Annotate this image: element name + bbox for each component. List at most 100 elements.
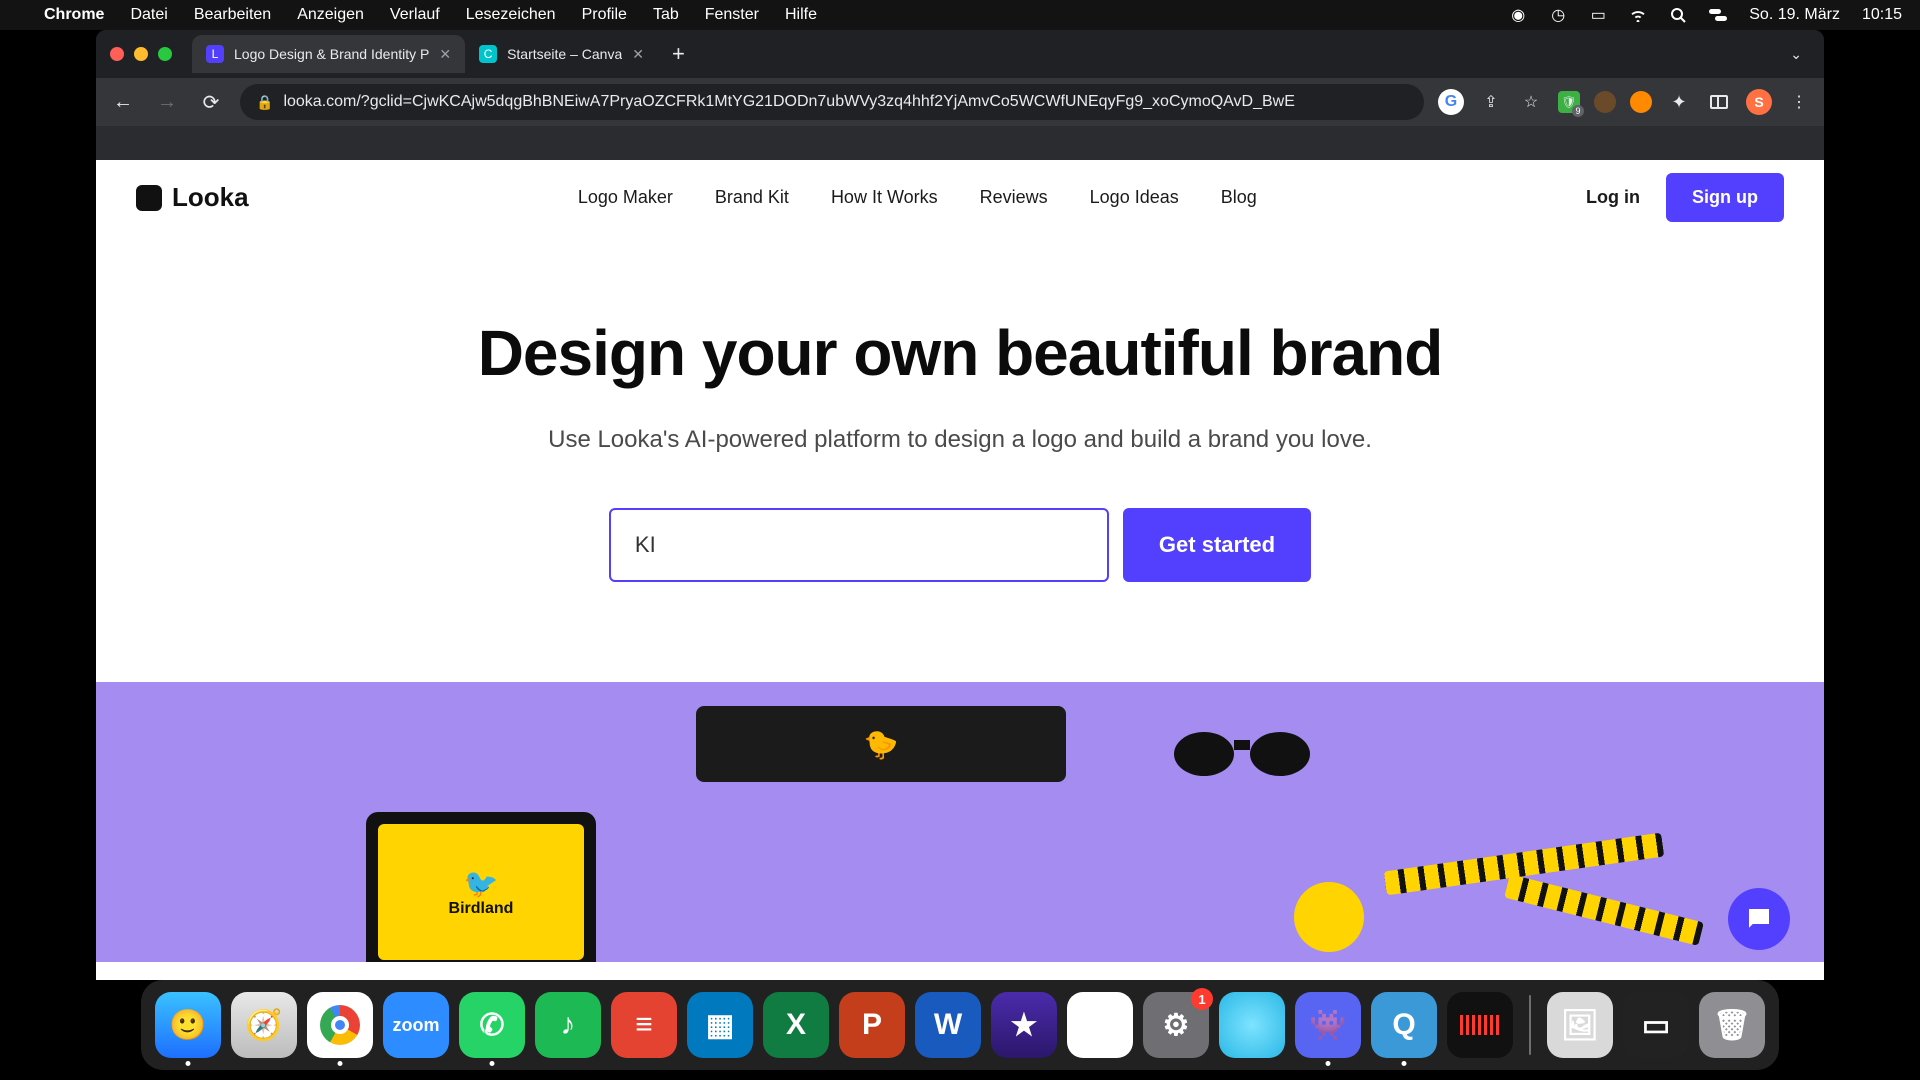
chrome-window: L Logo Design & Brand Identity P ✕ C Sta… <box>96 30 1824 980</box>
browser-toolbar: ← → ⟳ 🔒 looka.com/?gclid=CjwKCAjw5dqgBhB… <box>96 78 1824 126</box>
back-button[interactable]: ← <box>108 87 138 117</box>
dock-separator <box>1529 995 1531 1055</box>
menu-hilfe[interactable]: Hilfe <box>785 6 817 24</box>
mock-laptop-screen: 🐦 Birdland <box>378 824 584 960</box>
chrome-menu-icon[interactable]: ⋮ <box>1786 89 1812 115</box>
chat-fab-button[interactable] <box>1728 888 1790 950</box>
extension-icon[interactable] <box>1594 91 1616 113</box>
battery-icon[interactable]: ▭ <box>1589 6 1607 24</box>
nav-reviews[interactable]: Reviews <box>980 187 1048 208</box>
chat-icon <box>1744 904 1774 934</box>
dock-voicememos[interactable] <box>1447 992 1513 1058</box>
mock-brand-text: Birdland <box>449 900 514 918</box>
dock-preview[interactable]: 🖼 <box>1547 992 1613 1058</box>
forward-button[interactable]: → <box>152 87 182 117</box>
menubar-time[interactable]: 10:15 <box>1862 6 1902 24</box>
dock-trello[interactable]: ▦ <box>687 992 753 1058</box>
measuring-tape-graphic <box>1384 832 1704 922</box>
minimize-window-button[interactable] <box>134 47 148 61</box>
tabstrip: L Logo Design & Brand Identity P ✕ C Sta… <box>96 30 1824 78</box>
dock-zoom[interactable]: zoom <box>383 992 449 1058</box>
gtranslate-icon[interactable]: G <box>1438 89 1464 115</box>
site-header: Looka Logo Maker Brand Kit How It Works … <box>96 160 1824 236</box>
url-text: looka.com/?gclid=CjwKCAjw5dqgBhBNEiwA7Pr… <box>283 93 1408 111</box>
tab-close-icon[interactable]: ✕ <box>632 46 644 63</box>
settings-badge: 1 <box>1191 988 1213 1010</box>
tab-close-icon[interactable]: ✕ <box>439 46 451 63</box>
dock-word[interactable]: W <box>915 992 981 1058</box>
macos-menubar: Chrome Datei Bearbeiten Anzeigen Verlauf… <box>0 0 1920 30</box>
nav-logo-maker[interactable]: Logo Maker <box>578 187 673 208</box>
favicon-canva-icon: C <box>479 45 497 63</box>
dock-excel[interactable]: X <box>763 992 829 1058</box>
extensions-puzzle-icon[interactable]: ✦ <box>1666 89 1692 115</box>
hero-subtext: Use Looka's AI-powered platform to desig… <box>96 426 1824 454</box>
tabs-dropdown-icon[interactable]: ⌄ <box>1782 46 1810 63</box>
share-icon[interactable]: ⇪ <box>1478 89 1504 115</box>
dock-safari[interactable]: 🧭 <box>231 992 297 1058</box>
bookmark-star-icon[interactable]: ☆ <box>1518 89 1544 115</box>
shield-badge: 9 <box>1572 105 1584 117</box>
menu-anzeigen[interactable]: Anzeigen <box>297 6 364 24</box>
tab-title: Startseite – Canva <box>507 46 622 62</box>
signup-button[interactable]: Sign up <box>1666 173 1784 222</box>
dock-trash[interactable]: 🗑 <box>1699 992 1765 1058</box>
menu-fenster[interactable]: Fenster <box>705 6 759 24</box>
fullscreen-window-button[interactable] <box>158 47 172 61</box>
hero-form: Get started <box>96 508 1824 582</box>
nav-logo-ideas[interactable]: Logo Ideas <box>1090 187 1179 208</box>
dock-settings[interactable]: ⚙1 <box>1143 992 1209 1058</box>
primary-nav: Logo Maker Brand Kit How It Works Review… <box>249 187 1586 208</box>
dock-imovie[interactable]: ★ <box>991 992 1057 1058</box>
controlcenter-icon[interactable] <box>1709 6 1727 24</box>
new-tab-button[interactable]: + <box>658 41 699 67</box>
tab-looka[interactable]: L Logo Design & Brand Identity P ✕ <box>192 35 465 73</box>
menu-bearbeiten[interactable]: Bearbeiten <box>194 6 271 24</box>
dock-spotify[interactable]: ♪ <box>535 992 601 1058</box>
dock-todoist[interactable]: ≡ <box>611 992 677 1058</box>
page-content: Looka Logo Maker Brand Kit How It Works … <box>96 160 1824 980</box>
menubar-date[interactable]: So. 19. März <box>1749 6 1840 24</box>
clock-icon[interactable]: ◷ <box>1549 6 1567 24</box>
menu-profile[interactable]: Profile <box>582 6 627 24</box>
price-tag-graphic <box>1294 882 1364 952</box>
login-link[interactable]: Log in <box>1586 187 1640 208</box>
address-bar[interactable]: 🔒 looka.com/?gclid=CjwKCAjw5dqgBhBNEiwA7… <box>240 84 1424 120</box>
wifi-icon[interactable] <box>1629 6 1647 24</box>
auth-controls: Log in Sign up <box>1586 173 1784 222</box>
menubar-app-name[interactable]: Chrome <box>44 6 104 24</box>
profile-avatar[interactable]: S <box>1746 89 1772 115</box>
bird-icon: 🐤 <box>864 728 899 761</box>
nav-brand-kit[interactable]: Brand Kit <box>715 187 789 208</box>
reload-button[interactable]: ⟳ <box>196 87 226 117</box>
dock-powerpoint[interactable]: P <box>839 992 905 1058</box>
tab-canva[interactable]: C Startseite – Canva ✕ <box>465 35 658 73</box>
extension-icon[interactable] <box>1630 91 1652 113</box>
nav-blog[interactable]: Blog <box>1221 187 1257 208</box>
lock-icon[interactable]: 🔒 <box>256 94 273 111</box>
macos-dock: 🙂 🧭 zoom ✆ ♪ ≡ ▦ X P W ★ ▲ ⚙1 👾 Q 🖼 ▭ 🗑 <box>141 980 1779 1070</box>
dock-discord[interactable]: 👾 <box>1295 992 1361 1058</box>
company-name-input[interactable] <box>609 508 1109 582</box>
menu-datei[interactable]: Datei <box>130 6 167 24</box>
menu-verlauf[interactable]: Verlauf <box>390 6 440 24</box>
screenrecord-icon[interactable]: ◉ <box>1509 6 1527 24</box>
get-started-button[interactable]: Get started <box>1123 508 1311 582</box>
site-logo[interactable]: Looka <box>136 182 249 213</box>
favicon-looka-icon: L <box>206 45 224 63</box>
dock-minimized-window[interactable]: ▭ <box>1623 992 1689 1058</box>
window-controls <box>110 47 172 61</box>
sidepanel-icon[interactable] <box>1706 89 1732 115</box>
dock-whatsapp[interactable]: ✆ <box>459 992 525 1058</box>
dock-quicktime[interactable]: Q <box>1371 992 1437 1058</box>
dock-app-unknown[interactable] <box>1219 992 1285 1058</box>
search-icon[interactable] <box>1669 6 1687 24</box>
menu-tab[interactable]: Tab <box>653 6 679 24</box>
adblock-shield-icon[interactable]: 🛡9 <box>1558 91 1580 113</box>
close-window-button[interactable] <box>110 47 124 61</box>
nav-how-it-works[interactable]: How It Works <box>831 187 938 208</box>
dock-finder[interactable]: 🙂 <box>155 992 221 1058</box>
menu-lesezeichen[interactable]: Lesezeichen <box>466 6 556 24</box>
dock-googledrive[interactable]: ▲ <box>1067 992 1133 1058</box>
dock-chrome[interactable] <box>307 992 373 1058</box>
